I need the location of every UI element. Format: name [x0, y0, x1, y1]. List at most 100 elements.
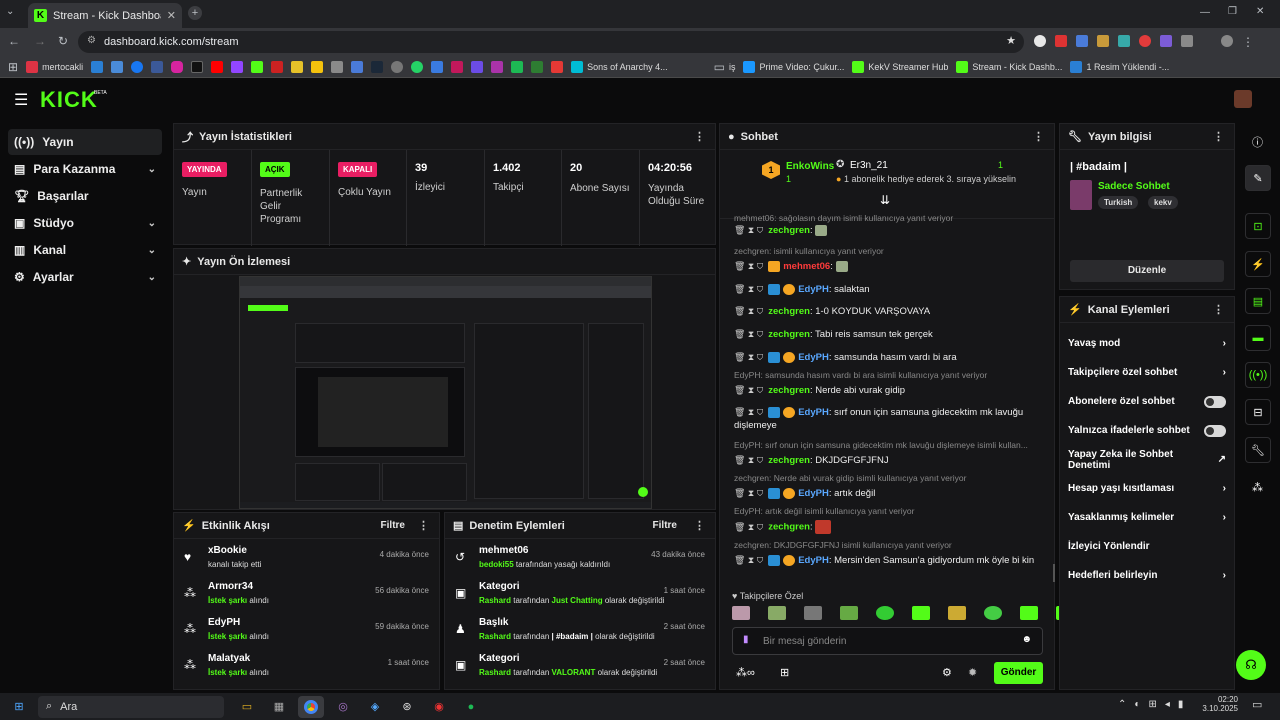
more-menu-icon[interactable]: ⋮	[418, 519, 429, 532]
app-icon[interactable]: ◉	[426, 696, 452, 718]
emote-icon[interactable]	[912, 606, 930, 620]
bookmark-item[interactable]: Stream - Kick Dashb...	[956, 60, 1062, 73]
sidebar-item-studyo[interactable]: ▣ Stüdyo ⌄	[8, 210, 162, 236]
bookmark-icon[interactable]	[111, 60, 124, 73]
clock[interactable]: 02:20 3.10.2025	[1202, 695, 1238, 713]
more-menu-icon[interactable]: ⋮	[694, 130, 705, 143]
action-goals[interactable]: Hedefleri belirleyin ›	[1060, 561, 1234, 590]
bookmark-icon[interactable]	[271, 60, 284, 73]
category-name[interactable]: Sadece Sohbet	[1098, 181, 1170, 192]
hamburger-menu-icon[interactable]: ☰	[14, 90, 28, 110]
action-emotes-only[interactable]: Yalnızca ifadelerle sohbet	[1060, 416, 1234, 445]
extension-icon[interactable]	[1097, 35, 1109, 47]
kick-icon[interactable]	[251, 60, 264, 73]
emote-icon[interactable]	[840, 606, 858, 620]
bookmark-item[interactable]: mertocakli	[26, 60, 83, 73]
emote-icon[interactable]	[804, 606, 822, 620]
sidebar-item-basarilar[interactable]: 🏆︎ Başarılar	[8, 183, 162, 209]
site-info-icon[interactable]: ⚙	[87, 35, 96, 46]
chat-settings-icon[interactable]: ⚙	[942, 666, 952, 679]
bookmark-item[interactable]: 1 Resim Yüklendi -...	[1070, 60, 1169, 73]
bookmark-star-icon[interactable]: ★	[1006, 34, 1016, 47]
youtube-icon[interactable]	[211, 60, 224, 73]
emoji-icon[interactable]: ☻	[1021, 634, 1032, 645]
app-icon[interactable]: ◎	[330, 696, 356, 718]
bookmark-icon[interactable]	[531, 60, 544, 73]
reload-icon[interactable]: ↻	[58, 34, 68, 48]
quick-action-icon[interactable]: ⊟	[1245, 399, 1271, 425]
bookmark-icon[interactable]	[471, 60, 484, 73]
info-icon[interactable]: ⓘ	[1252, 134, 1263, 150]
quick-action-icon[interactable]: ((•))	[1245, 362, 1271, 388]
more-menu-icon[interactable]: ⋮	[694, 519, 705, 532]
emote-icon[interactable]	[1020, 606, 1038, 620]
url-field[interactable]: ⚙ dashboard.kick.com/stream ★	[78, 31, 1024, 53]
action-banned-words[interactable]: Yasaklanmış kelimeler ›	[1060, 503, 1234, 532]
emote-icon[interactable]	[984, 606, 1002, 620]
instagram-icon[interactable]	[171, 60, 184, 73]
stream-preview-video[interactable]	[239, 276, 652, 509]
bookmark-icon[interactable]	[331, 60, 344, 73]
back-icon[interactable]: ←	[8, 34, 20, 48]
extension-icon[interactable]	[1139, 35, 1151, 47]
sidebar-item-ayarlar[interactable]: ⚙ Ayarlar ⌄	[8, 264, 162, 290]
badge-icon[interactable]: ✹	[968, 666, 977, 679]
emote-icon[interactable]	[732, 606, 750, 620]
bookmark-icon[interactable]	[151, 60, 164, 73]
action-ai-moderation[interactable]: Yapay Zeka ile Sohbet Denetimi ↗	[1060, 445, 1234, 474]
maximize-icon[interactable]: ❐	[1228, 6, 1237, 17]
action-raid[interactable]: İzleyici Yönlendir	[1060, 532, 1234, 561]
more-menu-icon[interactable]: ⋮	[1213, 303, 1224, 316]
toggle-switch[interactable]	[1204, 424, 1226, 437]
quick-action-icon[interactable]: ⊡	[1245, 213, 1271, 239]
bookmark-icon[interactable]	[551, 60, 564, 73]
sidebar-item-kanal[interactable]: ▥ Kanal ⌄	[8, 237, 162, 263]
extensions-puzzle-icon[interactable]	[1181, 35, 1193, 47]
bookmark-item[interactable]: Prime Video: Çukur...	[743, 60, 844, 73]
bookmark-item[interactable]: KekV Streamer Hub	[852, 60, 948, 73]
emote-icon[interactable]	[948, 606, 966, 620]
sidebar-item-yayin[interactable]: ((•)) Yayın	[8, 129, 162, 155]
notification-icon[interactable]: ▭	[1252, 698, 1262, 711]
calculator-icon[interactable]: ▦	[266, 696, 292, 718]
bookmark-icon[interactable]	[391, 60, 404, 73]
tray-chevron-icon[interactable]: ⌃	[1118, 699, 1126, 710]
chrome-icon[interactable]	[298, 695, 324, 718]
network-icon[interactable]: ⊞	[1148, 699, 1156, 710]
file-explorer-icon[interactable]: ▭	[234, 696, 260, 718]
browser-menu-icon[interactable]: ⋮	[1242, 35, 1254, 49]
send-button[interactable]: Gönder	[994, 662, 1043, 684]
microphone-icon[interactable]: ▮	[743, 634, 749, 645]
more-menu-icon[interactable]: ⋮	[1033, 130, 1044, 143]
bookmark-icon[interactable]	[491, 60, 504, 73]
more-menu-icon[interactable]: ⋮	[1213, 130, 1224, 143]
chat-input[interactable]: ▮ Bir mesaj gönderin ☻	[732, 627, 1043, 655]
windows-start-icon[interactable]: ⊞	[6, 696, 32, 718]
action-subscribers-only[interactable]: Abonelere özel sohbet	[1060, 387, 1234, 416]
quick-action-icon[interactable]: ⚡	[1245, 251, 1271, 277]
profile-avatar-icon[interactable]	[1221, 35, 1233, 47]
bookmark-icon[interactable]	[291, 60, 304, 73]
edit-layout-icon[interactable]: ✎	[1245, 165, 1271, 191]
more-actions-icon[interactable]: ⁂	[1252, 481, 1263, 494]
toggle-switch[interactable]	[1204, 395, 1226, 408]
minimize-icon[interactable]: —	[1200, 7, 1210, 18]
bookmark-item[interactable]: Sons of Anarchy 4...	[571, 60, 668, 73]
emote-icon[interactable]	[876, 606, 894, 620]
bookmark-folder[interactable]: ▭ iş	[714, 60, 736, 74]
steam-icon[interactable]: ⊛	[394, 696, 420, 718]
filter-button[interactable]: Filtre	[653, 520, 677, 531]
collapse-icon[interactable]: ⇊	[880, 193, 890, 207]
tab-search-icon[interactable]: ⌄	[6, 6, 14, 17]
emote-icon[interactable]	[768, 606, 786, 620]
action-account-age[interactable]: Hesap yaşı kısıtlaması ›	[1060, 474, 1234, 503]
bookmark-icon[interactable]	[351, 60, 364, 73]
quick-action-icon[interactable]: 🔧︎	[1245, 437, 1271, 463]
steam-icon[interactable]	[371, 60, 384, 73]
adblock-icon[interactable]	[1055, 35, 1067, 47]
edit-button[interactable]: Düzenle	[1070, 260, 1224, 282]
extension-icon[interactable]	[1160, 35, 1172, 47]
close-window-icon[interactable]: ✕	[1256, 6, 1264, 17]
twitch-icon[interactable]	[231, 60, 244, 73]
taskbar-search[interactable]: ⌕ Ara	[38, 695, 224, 718]
